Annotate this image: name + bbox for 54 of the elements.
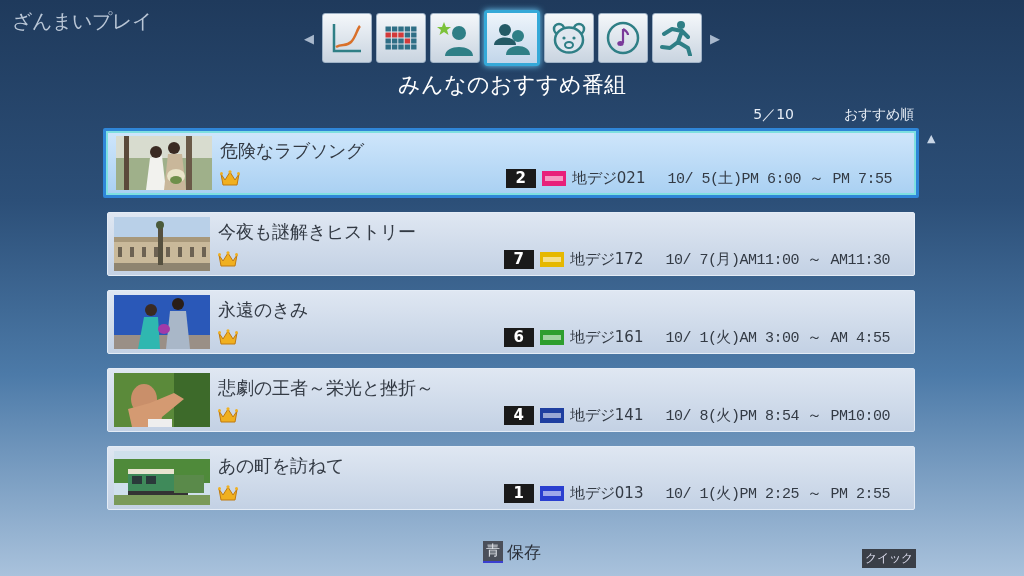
next-arrow[interactable]: ▶ <box>710 30 720 46</box>
save-label: 保存 <box>507 540 541 564</box>
crown-icon <box>220 170 240 186</box>
air-datetime: 10/ 1(火)PM 2:25 ～ PM 2:55 <box>665 484 890 503</box>
category-tab[interactable] <box>544 13 594 63</box>
program-row[interactable]: 悲劇の王者～栄光と挫折～ 4 地デジ141 10/ 8(火)PM 8:54 ～ PM10:00 <box>107 368 915 432</box>
line-chart-icon <box>330 21 364 55</box>
music-note-icon <box>606 21 640 55</box>
channel-label: 地デジ141 <box>569 405 644 425</box>
grid-icon <box>385 26 417 50</box>
program-title: 永遠のきみ <box>218 297 309 322</box>
scroll-up-arrow[interactable]: ▲ <box>927 132 936 145</box>
rank-badge: 2 <box>505 168 536 188</box>
category-tab[interactable] <box>322 13 372 63</box>
category-tab[interactable] <box>376 13 426 63</box>
category-tab[interactable] <box>430 13 480 63</box>
previous-arrow[interactable]: ◀ <box>304 30 314 46</box>
air-datetime: 10/ 1(火)AM 3:00 ～ AM 4:55 <box>665 328 890 347</box>
quick-button[interactable]: クイック <box>862 549 916 568</box>
channel-label: 地デジ021 <box>571 168 646 188</box>
sort-order-label: おすすめ順 <box>844 106 914 124</box>
rank-badge: 4 <box>503 405 534 425</box>
program-row[interactable]: 危険なラブソング 2 地デジ021 10/ 5(土)PM 6:00 ～ PM 7:55 <box>103 128 919 198</box>
air-datetime: 10/ 7(月)AM11:00 ～ AM11:30 <box>665 250 890 269</box>
channel-label: 地デジ013 <box>569 483 644 503</box>
program-title: 今夜も謎解きヒストリー <box>218 219 417 244</box>
person-star-icon <box>437 20 473 56</box>
program-title: あの町を訪ねて <box>218 453 345 478</box>
program-row[interactable]: 今夜も謎解きヒストリー 7 地デジ172 10/ 7(月)AM11:00 ～ AM11:30 <box>107 212 915 276</box>
rank-badge: 6 <box>503 327 534 347</box>
crown-icon <box>218 251 238 267</box>
rank-badge: 1 <box>503 483 534 503</box>
program-title: 悲劇の王者～栄光と挫折～ <box>218 375 435 400</box>
channel-label: 地デジ161 <box>569 327 644 347</box>
app-title: ざんまいプレイ <box>12 8 152 35</box>
list-heading: みんなのおすすめ番組 <box>398 71 626 99</box>
air-datetime: 10/ 5(土)PM 6:00 ～ PM 7:55 <box>667 169 892 188</box>
page-counter: 5／10 <box>753 106 794 124</box>
crown-icon <box>218 329 238 345</box>
bear-icon <box>552 22 586 54</box>
category-tab[interactable] <box>484 10 540 66</box>
air-datetime: 10/ 8(火)PM 8:54 ～ PM10:00 <box>665 406 890 425</box>
remote-key-badge: 青 <box>483 541 503 563</box>
program-row[interactable]: 永遠のきみ 6 地デジ161 10/ 1(火)AM 3:00 ～ AM 4:55 <box>107 290 915 354</box>
program-title: 危険なラブソング <box>220 138 365 163</box>
channel-label: 地デジ172 <box>569 249 644 269</box>
people-icon <box>494 21 530 55</box>
category-tab[interactable] <box>598 13 648 63</box>
rank-badge: 7 <box>503 249 534 269</box>
crown-icon <box>218 407 238 423</box>
crown-icon <box>218 485 238 501</box>
category-tab[interactable] <box>652 13 702 63</box>
runner-icon <box>660 20 694 56</box>
program-row[interactable]: あの町を訪ねて 1 地デジ013 10/ 1(火)PM 2:25 ～ PM 2:55 <box>107 446 915 510</box>
